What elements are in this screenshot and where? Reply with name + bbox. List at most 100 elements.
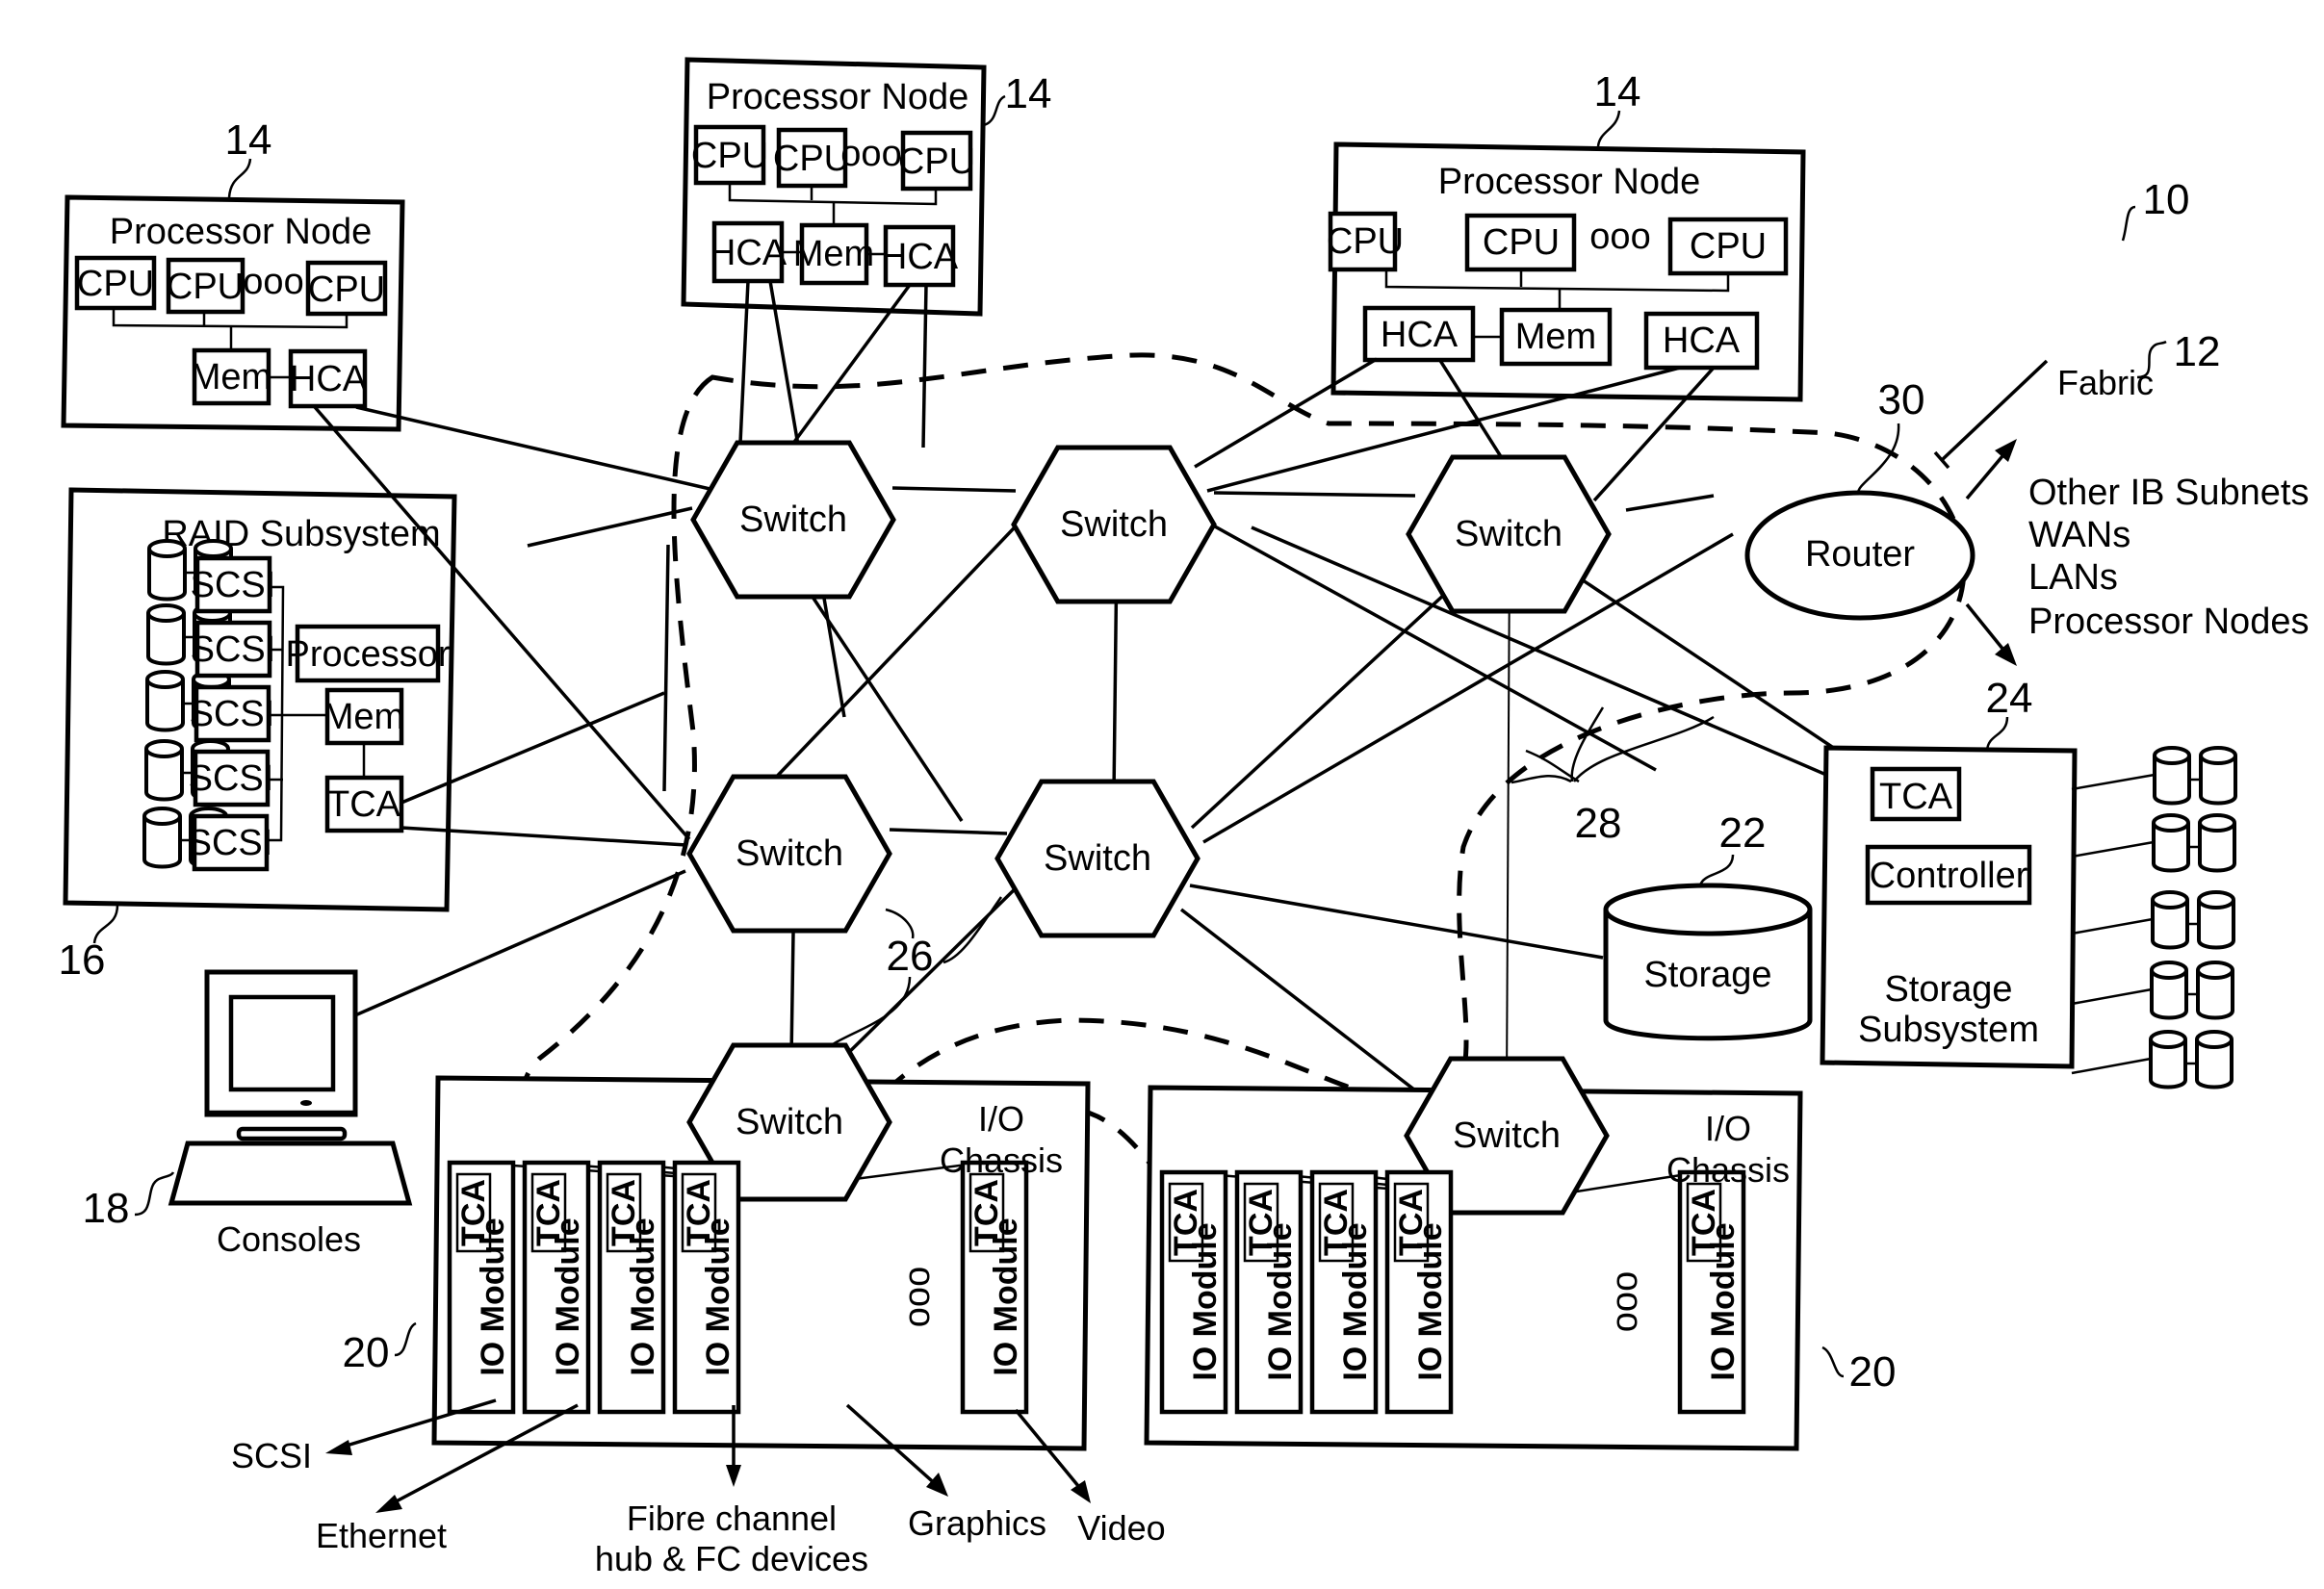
ref-22: 22 <box>1719 809 1767 857</box>
ref-10: 10 <box>2143 176 2190 223</box>
io-module-label: IO Module <box>550 1217 586 1375</box>
tca-label: TCA <box>327 784 401 825</box>
ref-30: 30 <box>1878 376 1925 423</box>
io-chassis-title: I/O <box>978 1099 1024 1139</box>
scsi-label: SCSI <box>191 565 276 605</box>
switch-label: Switch <box>736 1102 843 1142</box>
io-module-label: IO Module <box>700 1217 736 1375</box>
io-module[interactable]: TCAIO Module <box>960 1160 1029 1415</box>
io-module-label: IO Module <box>1705 1222 1742 1380</box>
disk-icon <box>2199 746 2237 806</box>
raid-subsystem[interactable]: RAID Subsystem SCSI SCSI SCSI SCSI SCSI … <box>59 487 457 984</box>
router[interactable]: Router 30 <box>1744 376 1975 621</box>
storage-subsystem-title: Subsystem <box>1858 1010 2039 1050</box>
hca-label: HCA <box>290 359 368 399</box>
processor-node-3[interactable]: Processor Node CPU CPU ooo CPU HCA Mem H… <box>1327 68 1806 402</box>
mem-label: Mem <box>323 697 404 737</box>
switch-label: Switch <box>739 500 847 540</box>
disk-icon <box>147 539 187 602</box>
cpu-label: CPU <box>1690 226 1767 267</box>
io-module-label: IO Module <box>988 1217 1024 1375</box>
hca-label: HCA <box>1663 320 1741 361</box>
fabric-label[interactable]: Fabric 12 <box>1933 328 2220 470</box>
storage[interactable]: Storage 22 <box>1603 809 1813 1041</box>
disk-icon <box>145 670 185 732</box>
external-item: LANs <box>2028 557 2118 598</box>
io-chassis-2[interactable]: SwitchTCAIO ModuleTCAIO ModuleTCAIO Modu… <box>1144 1056 1897 1451</box>
processor-node-2[interactable]: Processor Node CPU CPU ooo CPU HCA Mem H… <box>681 57 1052 317</box>
io-module[interactable]: TCAIO Module <box>1384 1169 1454 1415</box>
external-item: Other IB Subnets <box>2028 473 2310 513</box>
hca-label: HCA <box>710 233 788 273</box>
disk-icon <box>2195 1030 2234 1089</box>
io-module[interactable]: TCAIO Module <box>1309 1169 1379 1415</box>
processor-label: Processor <box>285 634 450 675</box>
scsi-label: SCSI <box>190 694 275 734</box>
disk-icon <box>146 603 186 666</box>
disk-icon <box>2198 813 2236 873</box>
switch[interactable]: Switch <box>1011 445 1217 604</box>
io-module[interactable]: TCAIO Module <box>1159 1169 1228 1415</box>
output-ethernet: Ethernet <box>316 1516 447 1555</box>
ref-10-group: 10 <box>2121 176 2190 242</box>
router-label: Router <box>1805 534 1915 575</box>
consoles-label: Consoles <box>217 1219 361 1259</box>
scsi-label: SCSI <box>189 758 274 799</box>
switch[interactable]: Switch <box>994 779 1201 938</box>
storage-label: Storage <box>1643 955 1771 995</box>
ref-20: 20 <box>1849 1348 1897 1396</box>
storage-subsystem[interactable]: TCA Controller Storage Subsystem 24 <box>1820 675 2237 1089</box>
disk-icon <box>2153 746 2191 806</box>
output-video: Video <box>1077 1508 1165 1548</box>
io-module-label: IO Module <box>1187 1222 1224 1380</box>
storage-subsystem-title: Storage <box>1884 969 2012 1010</box>
cpu-label: CPU <box>77 264 154 304</box>
io-module[interactable]: TCAIO Module <box>597 1160 666 1415</box>
ellipsis: ooo <box>840 134 901 174</box>
ref-28: 28 <box>1575 800 1622 847</box>
output-fibre-channel: Fibre channel <box>627 1499 837 1538</box>
mem-label: Mem <box>191 357 271 397</box>
io-module[interactable]: TCAIO Module <box>1677 1169 1746 1415</box>
processor-node-1[interactable]: Processor Node CPU CPU ooo CPU Mem HCA 1… <box>61 116 405 432</box>
processor-node-title: Processor Node <box>1438 162 1700 202</box>
io-module[interactable]: TCAIO Module <box>447 1160 516 1415</box>
cpu-label: CPU <box>1483 222 1560 263</box>
ellipsis: ooo <box>897 1267 938 1327</box>
ellipsis: ooo <box>1589 217 1650 257</box>
io-chassis-title: Chassis <box>940 1140 1063 1180</box>
ref-26: 26 <box>887 933 934 980</box>
disk-icon <box>2149 1030 2187 1089</box>
ref-24: 24 <box>1986 675 2033 722</box>
ref-28-group: 28 <box>1511 706 1715 847</box>
io-module[interactable]: TCAIO Module <box>672 1160 741 1415</box>
ref-14: 14 <box>1005 70 1052 117</box>
external-networks: Other IB Subnets WANs LANs Processor Nod… <box>2028 473 2310 642</box>
processor-node-title: Processor Node <box>110 212 372 252</box>
cpu-label: CPU <box>773 139 850 179</box>
keyboard-icon <box>168 1140 413 1206</box>
output-fibre-channel: hub & FC devices <box>595 1539 868 1578</box>
mem-label: Mem <box>793 234 874 274</box>
disk-icon <box>2152 813 2190 873</box>
ref-14: 14 <box>225 116 272 164</box>
switch[interactable]: Switch <box>690 440 896 600</box>
disk-icon <box>144 739 184 802</box>
io-chassis-1[interactable]: SwitchTCAIO ModuleTCAIO ModuleTCAIO Modu… <box>343 1042 1091 1451</box>
controller-label: Controller <box>1870 856 2028 896</box>
io-module-label: IO Module <box>1412 1222 1449 1380</box>
scsi-label: SCSI <box>191 629 276 670</box>
ellipsis: ooo <box>243 262 303 302</box>
io-module-label: IO Module <box>1262 1222 1299 1380</box>
io-module-label: IO Module <box>1337 1222 1374 1380</box>
switch[interactable]: Switch <box>686 774 892 934</box>
scsi-label: SCSI <box>188 823 273 863</box>
io-module[interactable]: TCAIO Module <box>522 1160 591 1415</box>
switch[interactable]: Switch <box>1406 454 1612 614</box>
cpu-label: CPU <box>1327 221 1404 262</box>
io-module[interactable]: TCAIO Module <box>1234 1169 1304 1415</box>
hca-label: HCA <box>881 237 959 277</box>
processor-node-title: Processor Node <box>707 77 968 117</box>
cpu-label: CPU <box>691 136 768 176</box>
console[interactable]: Consoles 18 <box>83 969 413 1259</box>
